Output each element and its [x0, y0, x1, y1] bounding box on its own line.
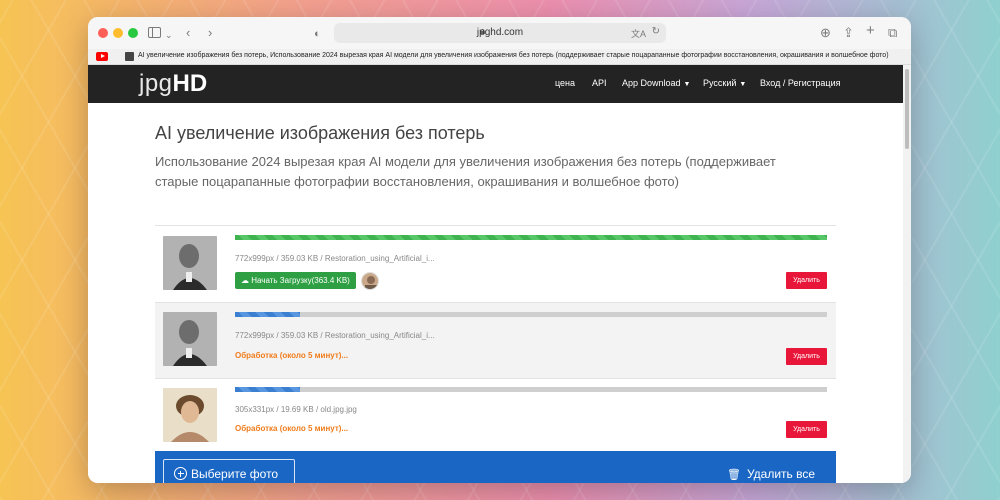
address-url: jpghd.com — [476, 27, 524, 38]
sidebar-toggle-icon[interactable] — [148, 27, 161, 38]
delete-button[interactable]: Удалить — [786, 348, 827, 365]
site-favicon-icon — [125, 52, 134, 61]
scrollbar-thumb[interactable] — [905, 69, 909, 149]
result-preview-avatar[interactable] — [361, 272, 379, 290]
translate-icon[interactable]: 文A — [631, 27, 646, 40]
youtube-tab-icon[interactable] — [96, 52, 108, 61]
tab-overview-icon[interactable]: ⧉ — [888, 24, 897, 42]
close-window-button[interactable] — [98, 28, 108, 38]
browser-toolbar: ⌄ ‹ › ◐ 🔒︎ jpghd.com 文A ↻ ⊕ ⇪ + ⧉ — [88, 17, 911, 49]
site-navbar: jpgHD цена API App Download ▼ Русский ▼ Вх… — [88, 65, 903, 103]
processing-status: Обработка (около 5 минут)... — [235, 424, 349, 433]
delete-button[interactable]: Удалить — [786, 272, 827, 289]
nav-link-login[interactable]: Вход / Регистрация — [760, 78, 840, 88]
processing-status: Обработка (около 5 минут)... — [235, 351, 349, 360]
file-row: 772x999px / 359.03 KB / Restoration_usin… — [155, 225, 836, 302]
chevron-down-icon[interactable]: ⌄ — [165, 26, 173, 44]
upload-progress-bar — [235, 235, 827, 240]
processing-progress-bar — [235, 312, 827, 317]
new-tab-icon[interactable]: + — [866, 22, 875, 40]
page-scrollbar[interactable] — [903, 65, 911, 483]
progress-fill — [235, 387, 301, 392]
reload-icon[interactable]: ↻ — [652, 26, 660, 37]
progress-fill — [235, 235, 827, 240]
caret-down-icon: ▼ — [683, 81, 691, 88]
upload-actions-bar: Выберите фото 🗑︎ Удалить все — [155, 451, 836, 483]
active-tab-title[interactable]: AI увеличение изображения без потерь, Ис… — [138, 52, 889, 59]
site-logo[interactable]: jpgHD — [139, 71, 207, 97]
forward-icon[interactable]: › — [208, 24, 212, 42]
file-row: 772x999px / 359.03 KB / Restoration_usin… — [155, 302, 836, 378]
add-circle-icon — [174, 467, 187, 480]
nav-link-price[interactable]: цена — [555, 78, 575, 88]
caret-down-icon: ▼ — [739, 81, 747, 88]
file-meta: 305x331px / 19.69 KB / old.jpg.jpg — [235, 405, 357, 414]
download-icon[interactable]: ⊕ — [820, 24, 831, 42]
trash-icon: 🗑︎ — [727, 469, 741, 481]
progress-fill — [235, 312, 301, 317]
privacy-shield-icon[interactable]: ◐ — [314, 25, 321, 43]
zoom-window-button[interactable] — [128, 28, 138, 38]
address-bar[interactable]: 🔒︎ jpghd.com 文A ↻ — [334, 23, 666, 43]
photo-thumbnail — [163, 388, 217, 442]
delete-all-button[interactable]: 🗑︎ Удалить все — [727, 467, 815, 481]
share-icon[interactable]: ⇪ — [843, 24, 854, 42]
web-page: jpgHD цена API App Download ▼ Русский ▼ Вх… — [88, 65, 903, 483]
page-title: AI увеличение изображения без потерь — [155, 123, 485, 143]
nav-link-language[interactable]: Русский ▼ — [703, 78, 746, 88]
choose-photo-button[interactable]: Выберите фото — [163, 459, 295, 483]
nav-link-app-download[interactable]: App Download ▼ — [622, 78, 690, 88]
delete-button[interactable]: Удалить — [786, 421, 827, 438]
cloud-download-icon: ☁︎ — [241, 276, 249, 285]
browser-window: ⌄ ‹ › ◐ 🔒︎ jpghd.com 文A ↻ ⊕ ⇪ + ⧉ AI уве… — [88, 17, 911, 483]
back-icon[interactable]: ‹ — [186, 24, 190, 42]
file-meta: 772x999px / 359.03 KB / Restoration_usin… — [235, 331, 435, 340]
nav-link-api[interactable]: API — [592, 78, 607, 88]
minimize-window-button[interactable] — [113, 28, 123, 38]
start-download-button[interactable]: ☁︎ Начать Загрузку(363.4 KB) — [235, 272, 356, 289]
tab-strip: AI увеличение изображения без потерь, Ис… — [88, 49, 911, 65]
photo-thumbnail — [163, 236, 217, 290]
file-row: 305x331px / 19.69 KB / old.jpg.jpg Обраб… — [155, 378, 836, 451]
page-subtitle: Использование 2024 вырезая края AI модел… — [155, 154, 776, 189]
processing-progress-bar — [235, 387, 827, 392]
photo-thumbnail — [163, 312, 217, 366]
file-meta: 772x999px / 359.03 KB / Restoration_usin… — [235, 254, 435, 263]
